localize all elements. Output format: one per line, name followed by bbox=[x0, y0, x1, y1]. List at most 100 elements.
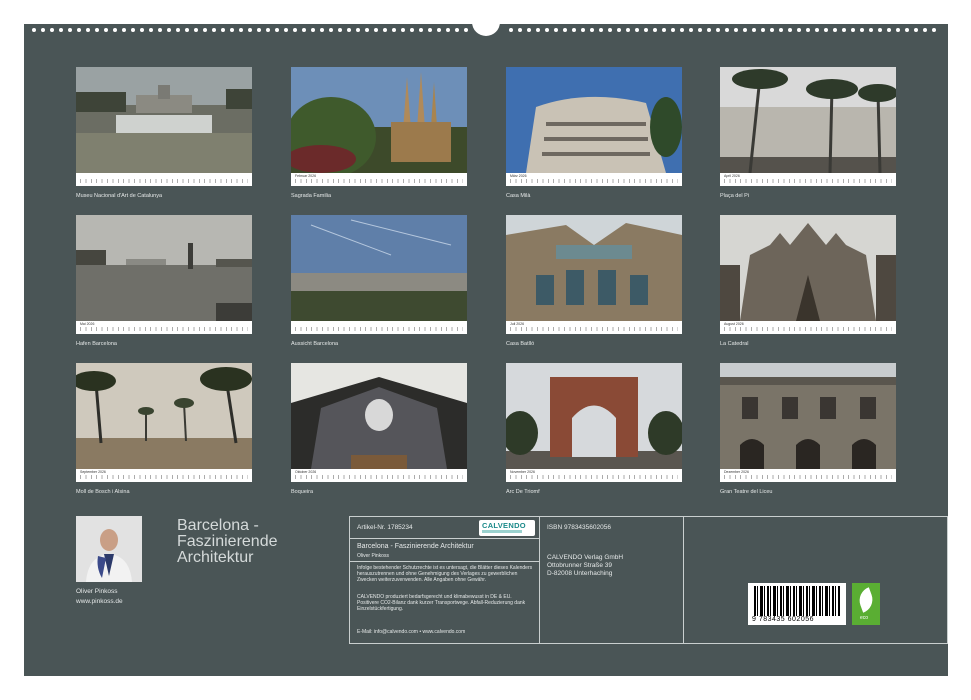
binding-hole bbox=[311, 28, 315, 32]
binding-hole bbox=[725, 28, 729, 32]
caption: Sagrada Familia bbox=[291, 193, 332, 199]
binding-holes bbox=[24, 28, 948, 34]
photo-moll-de-bosch bbox=[76, 363, 252, 469]
binding-hole bbox=[329, 28, 333, 32]
binding-hole bbox=[293, 28, 297, 32]
binding-hole bbox=[158, 28, 162, 32]
binding-hole bbox=[212, 28, 216, 32]
binding-hole bbox=[905, 28, 909, 32]
binding-hole bbox=[302, 28, 306, 32]
binding-hole bbox=[203, 28, 207, 32]
binding-hole bbox=[32, 28, 36, 32]
caption: Moll de Bosch i Alsina bbox=[76, 489, 130, 495]
photo-boqueira bbox=[291, 363, 467, 469]
calendar-strip bbox=[291, 321, 467, 334]
publisher-city: D-82008 Unterhaching bbox=[547, 570, 613, 577]
eco-badge: eco bbox=[852, 583, 880, 625]
binding-hole bbox=[122, 28, 126, 32]
photo-museu-nacional bbox=[76, 67, 252, 173]
photo-la-catedral bbox=[720, 215, 896, 321]
calendar-strip: August 2026 bbox=[720, 321, 896, 334]
author-name: Oliver Pinkoss bbox=[76, 588, 118, 595]
photo-arc-de-triomf bbox=[506, 363, 682, 469]
binding-hole bbox=[608, 28, 612, 32]
calendar-strip: Dezember 2026 bbox=[720, 469, 896, 482]
contact-line: E-Mail: info@calvendo.com • www.calvendo… bbox=[357, 629, 466, 635]
photo-casa-batllo bbox=[506, 215, 682, 321]
binding-hole bbox=[221, 28, 225, 32]
binding-hole bbox=[599, 28, 603, 32]
binding-hole bbox=[410, 28, 414, 32]
binding-hole bbox=[140, 28, 144, 32]
binding-hole bbox=[635, 28, 639, 32]
binding-hole bbox=[761, 28, 765, 32]
binding-hole bbox=[878, 28, 882, 32]
binding-hole bbox=[77, 28, 81, 32]
binding-hole bbox=[41, 28, 45, 32]
binding-hole bbox=[275, 28, 279, 32]
binding-hole bbox=[752, 28, 756, 32]
binding-hole bbox=[716, 28, 720, 32]
binding-hole bbox=[779, 28, 783, 32]
info-title: Barcelona - Faszinierende Architektur bbox=[357, 543, 474, 550]
binding-hole bbox=[824, 28, 828, 32]
caption: Arc De Triomf bbox=[506, 489, 540, 495]
caption: Museu Nacional d'Art de Catalunya bbox=[76, 193, 163, 199]
binding-hole bbox=[797, 28, 801, 32]
binding-hole bbox=[554, 28, 558, 32]
calendar-strip: Mai 2026 bbox=[76, 321, 252, 334]
binding-hole bbox=[464, 28, 468, 32]
binding-hole bbox=[95, 28, 99, 32]
calendar-strip: März 2026 bbox=[506, 173, 682, 186]
binding-hole bbox=[518, 28, 522, 32]
photo-sagrada-familia bbox=[291, 67, 467, 173]
binding-hole bbox=[185, 28, 189, 32]
cover-title: Barcelona - Faszinierende Architektur bbox=[177, 517, 278, 566]
photo-gran-teatre bbox=[720, 363, 896, 469]
binding-hole bbox=[788, 28, 792, 32]
binding-hole bbox=[284, 28, 288, 32]
binding-hole bbox=[356, 28, 360, 32]
binding-hole bbox=[176, 28, 180, 32]
binding-hole bbox=[653, 28, 657, 32]
caption: Gran Teatre del Liceu bbox=[720, 489, 773, 495]
binding-hole bbox=[50, 28, 54, 32]
binding-hole bbox=[419, 28, 423, 32]
publisher-name: CALVENDO Verlag GmbH bbox=[547, 554, 624, 561]
author-portrait bbox=[76, 516, 142, 582]
binding-hole bbox=[149, 28, 153, 32]
binding-hole bbox=[230, 28, 234, 32]
calendar-strip: Februar 2026 bbox=[291, 173, 467, 186]
binding-hole bbox=[833, 28, 837, 32]
binding-hole bbox=[815, 28, 819, 32]
binding-hole bbox=[59, 28, 63, 32]
leaf-icon bbox=[855, 587, 877, 613]
binding-hole bbox=[365, 28, 369, 32]
binding-hole bbox=[860, 28, 864, 32]
binding-hole bbox=[662, 28, 666, 32]
binding-hole bbox=[347, 28, 351, 32]
binding-hole bbox=[851, 28, 855, 32]
isbn: ISBN 9783435602056 bbox=[547, 524, 611, 531]
binding-hole bbox=[320, 28, 324, 32]
binding-hole bbox=[914, 28, 918, 32]
info-author: Oliver Pinkoss bbox=[357, 553, 389, 559]
calendar-strip: April 2026 bbox=[720, 173, 896, 186]
binding-hole bbox=[923, 28, 927, 32]
binding-hole bbox=[707, 28, 711, 32]
binding-hole bbox=[671, 28, 675, 32]
isbn-barcode: 9 783435 602056 bbox=[748, 583, 846, 625]
publisher-info-box: Artikel-Nr. 1785234 CALVENDO ISBN 978343… bbox=[349, 516, 948, 644]
binding-hole bbox=[455, 28, 459, 32]
binding-hole bbox=[698, 28, 702, 32]
caption: Hafen Barcelona bbox=[76, 341, 117, 347]
binding-hole bbox=[842, 28, 846, 32]
calendar-strip: Juli 2026 bbox=[506, 321, 682, 334]
binding-hole bbox=[680, 28, 684, 32]
binding-hole bbox=[743, 28, 747, 32]
binding-hole bbox=[644, 28, 648, 32]
binding-hole bbox=[734, 28, 738, 32]
binding-hole bbox=[545, 28, 549, 32]
binding-hole bbox=[86, 28, 90, 32]
photo-placa-del-pi bbox=[720, 67, 896, 173]
